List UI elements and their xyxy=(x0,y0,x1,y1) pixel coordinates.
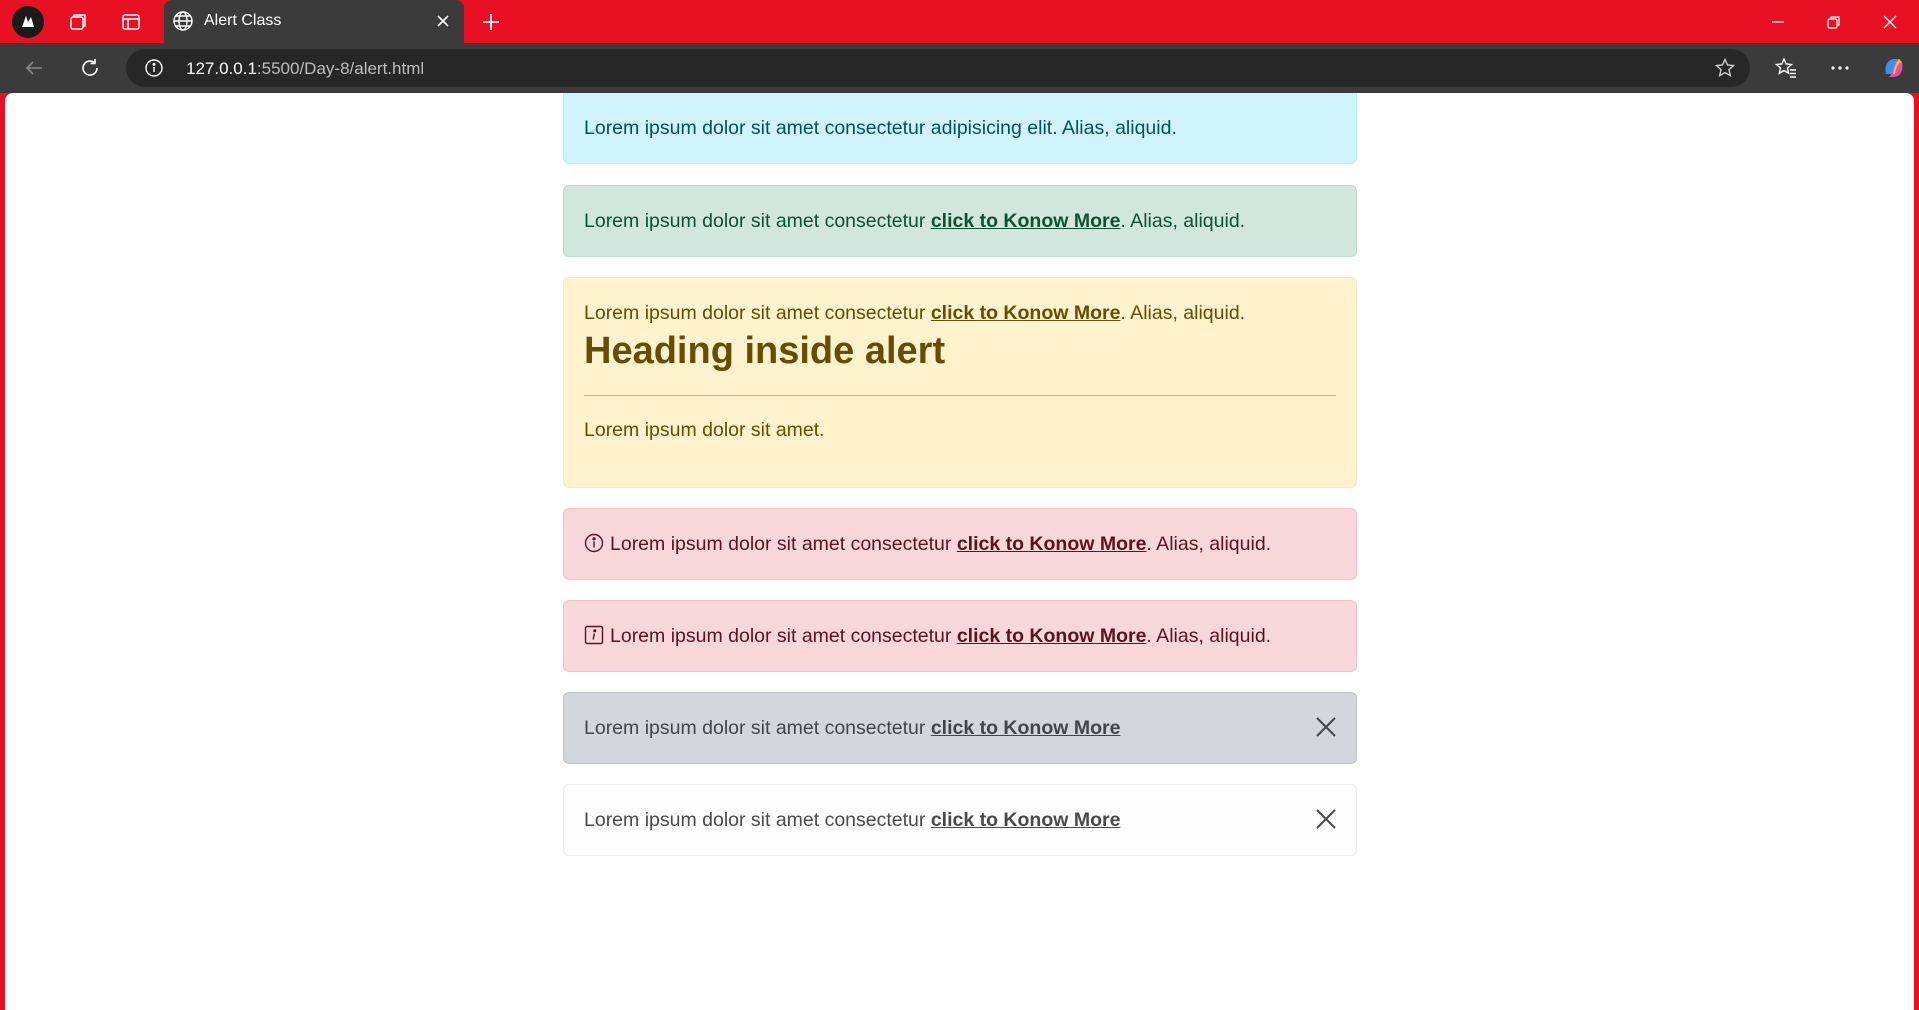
active-tab[interactable]: Alert Class xyxy=(164,0,464,43)
globe-icon xyxy=(172,10,194,37)
alert-warning-text: Lorem ipsum dolor sit amet consectetur c… xyxy=(584,302,1246,324)
address-bar[interactable]: 127.0.0.1:5500/Day-8/alert.html xyxy=(126,49,1750,87)
back-arrow-icon[interactable] xyxy=(18,52,50,84)
alert-danger-2: Lorem ipsum dolor sit amet consectetur c… xyxy=(563,600,1357,672)
alert-success-link[interactable]: click to Konow More xyxy=(931,210,1121,232)
refresh-icon[interactable] xyxy=(74,52,106,84)
alert-light-link[interactable]: click to Konow More xyxy=(931,809,1121,831)
more-options-icon[interactable] xyxy=(1824,52,1856,84)
alert-divider xyxy=(584,395,1336,396)
workspaces-icon[interactable] xyxy=(64,8,92,36)
alert-info: Lorem ipsum dolor sit amet consectetur a… xyxy=(563,93,1357,164)
new-tab-icon[interactable] xyxy=(477,8,505,36)
profile-avatar-icon[interactable] xyxy=(12,6,44,38)
alert-danger-1: Lorem ipsum dolor sit amet consectetur c… xyxy=(563,508,1357,580)
alert-heading: Heading inside alert xyxy=(584,330,946,372)
info-square-icon xyxy=(584,625,604,651)
alert-light: Lorem ipsum dolor sit amet consectetur c… xyxy=(563,784,1357,856)
info-circle-icon xyxy=(584,533,604,559)
alert-warning-body: Lorem ipsum dolor sit amet. xyxy=(584,419,825,441)
alert-danger-1-link[interactable]: click to Konow More xyxy=(957,533,1147,555)
alert-success-text: Lorem ipsum dolor sit amet consectetur c… xyxy=(584,210,1246,232)
url-text: 127.0.0.1:5500/Day-8/alert.html xyxy=(186,59,425,78)
page-viewport: Lorem ipsum dolor sit amet consectetur a… xyxy=(5,93,1914,1010)
tab-close-icon[interactable] xyxy=(432,10,454,32)
browser-toolbar: 127.0.0.1:5500/Day-8/alert.html xyxy=(0,43,1919,93)
alert-secondary-link[interactable]: click to Konow More xyxy=(931,717,1121,739)
alert-secondary: Lorem ipsum dolor sit amet consectetur c… xyxy=(563,692,1357,764)
copilot-icon[interactable] xyxy=(1878,52,1910,84)
alert-danger-2-link[interactable]: click to Konow More xyxy=(957,625,1147,647)
alert-danger-1-text: Lorem ipsum dolor sit amet consectetur c… xyxy=(584,532,1271,559)
favorites-icon[interactable] xyxy=(1770,52,1802,84)
favorite-star-icon[interactable] xyxy=(1714,57,1736,84)
tab-title: Alert Class xyxy=(204,12,282,29)
alert-warning-link[interactable]: click to Konow More xyxy=(931,302,1121,324)
vertical-tabs-icon[interactable] xyxy=(117,8,145,36)
alert-success: Lorem ipsum dolor sit amet consectetur c… xyxy=(563,185,1357,257)
alert-danger-2-text: Lorem ipsum dolor sit amet consectetur c… xyxy=(584,624,1271,651)
close-icon[interactable] xyxy=(1314,715,1338,739)
alert-warning: Lorem ipsum dolor sit amet consectetur c… xyxy=(563,277,1357,488)
browser-title-bar: Alert Class xyxy=(0,0,1919,43)
alert-secondary-text: Lorem ipsum dolor sit amet consectetur c… xyxy=(584,717,1121,739)
close-window-icon[interactable] xyxy=(1862,4,1918,40)
site-info-icon[interactable] xyxy=(144,58,164,83)
restore-icon[interactable] xyxy=(1806,4,1862,40)
close-icon[interactable] xyxy=(1314,807,1338,831)
alert-info-text: Lorem ipsum dolor sit amet consectetur a… xyxy=(584,117,1177,139)
minimize-icon[interactable] xyxy=(1750,4,1806,40)
alert-light-text: Lorem ipsum dolor sit amet consectetur c… xyxy=(584,809,1121,831)
